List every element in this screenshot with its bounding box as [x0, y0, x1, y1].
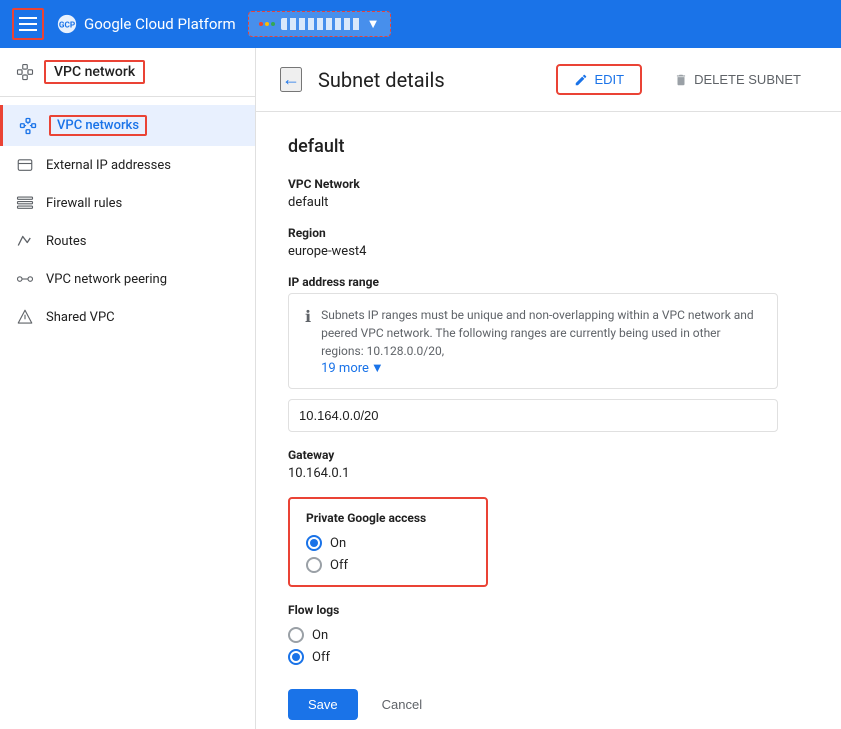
- vpc-networks-icon: [19, 117, 37, 135]
- sidebar-item-firewall[interactable]: Firewall rules: [0, 184, 255, 222]
- shared-vpc-label: Shared VPC: [46, 310, 115, 325]
- routes-icon: [16, 232, 34, 250]
- sidebar-item-shared-vpc[interactable]: Shared VPC: [0, 298, 255, 336]
- cancel-button[interactable]: Cancel: [370, 689, 434, 720]
- pga-title: Private Google access: [306, 511, 470, 525]
- action-buttons: Save Cancel: [288, 689, 809, 720]
- main-content: ← Subnet details EDIT DELETE SUBNET defa…: [256, 48, 841, 729]
- sidebar-item-routes[interactable]: Routes: [0, 222, 255, 260]
- vpc-peering-label: VPC network peering: [46, 272, 167, 287]
- svg-text:GCP: GCP: [59, 21, 75, 31]
- flow-logs-radio-group: On Off: [288, 627, 809, 665]
- sidebar-item-vpc-peering[interactable]: VPC network peering: [0, 260, 255, 298]
- flow-logs-off-label: Off: [312, 650, 330, 665]
- more-link[interactable]: 19 more ▼: [321, 360, 761, 376]
- shared-vpc-icon: [16, 308, 34, 326]
- pga-off-radio[interactable]: [306, 557, 322, 573]
- delete-label: DELETE SUBNET: [694, 72, 801, 87]
- project-dots-icon: [259, 20, 275, 28]
- ip-range-info-text: Subnets IP ranges must be unique and non…: [321, 308, 754, 358]
- region-value: europe-west4: [288, 244, 809, 259]
- gateway-value: 10.164.0.1: [288, 466, 809, 481]
- pga-off-option[interactable]: Off: [306, 557, 470, 573]
- more-label: 19 more: [321, 361, 369, 376]
- vpc-networks-label: VPC networks: [49, 115, 147, 136]
- flow-logs-on-label: On: [312, 628, 328, 643]
- delete-icon: [674, 73, 688, 87]
- gateway-label: Gateway: [288, 448, 809, 462]
- pga-off-label: Off: [330, 558, 348, 573]
- save-button[interactable]: Save: [288, 689, 358, 720]
- edit-label: EDIT: [594, 72, 624, 87]
- topbar-logo: GCP Google Cloud Platform: [56, 13, 236, 35]
- gcp-logo-icon: GCP: [56, 13, 78, 35]
- project-selector[interactable]: ▼: [248, 11, 391, 37]
- private-google-access-field: Private Google access On Off: [288, 497, 809, 587]
- ip-range-field: IP address range ℹ Subnets IP ranges mus…: [288, 275, 809, 432]
- pga-on-option[interactable]: On: [306, 535, 470, 551]
- content-area: default VPC Network default Region europ…: [256, 112, 841, 729]
- flow-logs-field: Flow logs On Off: [288, 603, 809, 665]
- vpc-network-label: VPC Network: [288, 177, 809, 191]
- info-icon: ℹ: [305, 307, 311, 326]
- sidebar-title: VPC network: [44, 60, 145, 84]
- sidebar-nav: VPC networks External IP addresses: [0, 97, 255, 344]
- topbar: GCP Google Cloud Platform ▼: [0, 0, 841, 48]
- firewall-icon: [16, 194, 34, 212]
- project-chevron-icon: ▼: [367, 16, 380, 32]
- sidebar-item-vpc-networks[interactable]: VPC networks: [0, 105, 255, 146]
- layout: VPC network VPC network: [0, 48, 841, 729]
- flow-logs-on-radio[interactable]: [288, 627, 304, 643]
- flow-logs-off-radio[interactable]: [288, 649, 304, 665]
- topbar-title: Google Cloud Platform: [84, 15, 236, 33]
- sidebar: VPC network VPC network: [0, 48, 256, 729]
- pga-radio-group: On Off: [306, 535, 470, 573]
- sidebar-item-external-ip[interactable]: External IP addresses: [0, 146, 255, 184]
- vpc-network-field: VPC Network default: [288, 177, 809, 210]
- ip-range-info-box: ℹ Subnets IP ranges must be unique and n…: [288, 293, 778, 389]
- delete-button[interactable]: DELETE SUBNET: [658, 66, 817, 93]
- flow-logs-on-option[interactable]: On: [288, 627, 809, 643]
- more-chevron-icon: ▼: [371, 360, 384, 376]
- flow-logs-title: Flow logs: [288, 603, 809, 617]
- flow-logs-off-option[interactable]: Off: [288, 649, 809, 665]
- external-ip-label: External IP addresses: [46, 158, 171, 173]
- region-label: Region: [288, 226, 809, 240]
- ip-range-input[interactable]: [288, 399, 778, 432]
- sidebar-header: VPC network: [0, 48, 255, 97]
- edit-button[interactable]: EDIT: [556, 64, 642, 95]
- pga-on-label: On: [330, 536, 346, 551]
- firewall-label: Firewall rules: [46, 196, 122, 211]
- edit-icon: [574, 73, 588, 87]
- routes-label: Routes: [46, 234, 86, 249]
- peering-icon: [16, 270, 34, 288]
- external-ip-icon: [16, 156, 34, 174]
- page-header: ← Subnet details EDIT DELETE SUBNET: [256, 48, 841, 112]
- back-button[interactable]: ←: [280, 67, 302, 92]
- region-field: Region europe-west4: [288, 226, 809, 259]
- gateway-field: Gateway 10.164.0.1: [288, 448, 809, 481]
- pga-on-radio[interactable]: [306, 535, 322, 551]
- menu-button[interactable]: [12, 8, 44, 40]
- ip-range-info-content: Subnets IP ranges must be unique and non…: [321, 306, 761, 376]
- ip-range-label: IP address range: [288, 275, 809, 289]
- private-google-access-box: Private Google access On Off: [288, 497, 488, 587]
- subnet-name: default: [288, 136, 809, 157]
- page-title: Subnet details: [318, 68, 540, 92]
- vpc-header-icon: [16, 63, 34, 81]
- vpc-network-value: default: [288, 195, 809, 210]
